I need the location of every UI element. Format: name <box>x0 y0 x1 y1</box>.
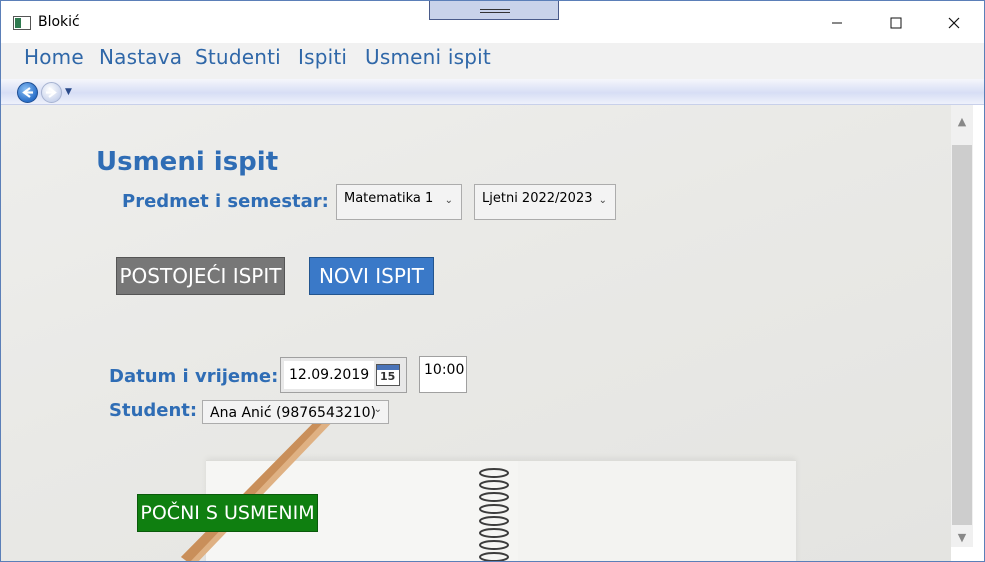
menu-nastava[interactable]: Nastava <box>99 45 182 69</box>
page-title: Usmeni ispit <box>96 147 279 177</box>
forward-arrow-icon[interactable] <box>41 82 62 103</box>
pencil-decoration <box>181 405 341 561</box>
maximize-icon <box>890 17 902 29</box>
existing-exam-button[interactable]: POSTOJEĆI ISPIT <box>116 257 285 295</box>
menu-bar: Home Nastava Studenti Ispiti Usmeni ispi… <box>1 43 984 79</box>
close-icon <box>948 17 960 29</box>
date-field[interactable]: 12.09.2019 <box>284 361 374 389</box>
menu-ispiti[interactable]: Ispiti <box>298 45 347 69</box>
scroll-thumb[interactable] <box>952 145 972 525</box>
calendar-icon[interactable]: 15 <box>376 364 400 386</box>
chevron-down-icon: ⌄ <box>373 404 382 415</box>
chevron-down-icon: ⌄ <box>444 195 453 206</box>
forward-arrow-glyph <box>46 87 57 98</box>
main-window: Blokić Home Nastava Studenti Ispiti Usme… <box>0 0 985 562</box>
window-right-edge <box>973 105 984 561</box>
menu-usmeni-ispit[interactable]: Usmeni ispit <box>365 45 491 69</box>
close-button[interactable] <box>936 10 972 36</box>
student-select-value: Ana Anić (9876543210) <box>210 405 376 421</box>
window-title: Blokić <box>38 14 80 30</box>
time-field[interactable]: 10:00 <box>419 356 467 393</box>
start-oral-exam-button[interactable]: POČNI S USMENIM <box>137 494 318 532</box>
subject-select-value: Matematika 1 <box>344 191 434 206</box>
notebook-right-page <box>518 461 796 561</box>
drag-grip[interactable] <box>429 1 559 20</box>
semester-select[interactable]: Ljetni 2022/2023 ⌄ <box>474 184 616 220</box>
chevron-down-icon: ⌄ <box>598 195 607 206</box>
menu-studenti[interactable]: Studenti <box>195 45 281 69</box>
app-icon <box>13 16 31 30</box>
student-label: Student: <box>109 400 198 421</box>
history-dropdown-icon[interactable]: ▼ <box>65 87 72 97</box>
minimize-button[interactable] <box>819 10 855 36</box>
datetime-label: Datum i vrijeme: <box>109 366 279 387</box>
scroll-down-icon[interactable]: ▼ <box>951 527 973 547</box>
subject-semester-label: Predmet i semestar: <box>122 191 329 212</box>
content-area: Usmeni ispit Predmet i semestar: Matemat… <box>1 105 951 561</box>
back-arrow-icon[interactable] <box>17 82 38 103</box>
menu-home[interactable]: Home <box>24 45 84 69</box>
new-exam-button[interactable]: NOVI ISPIT <box>309 257 434 295</box>
navigation-strip: ▼ <box>1 79 984 105</box>
vertical-scrollbar[interactable]: ▲ ▼ <box>951 105 973 547</box>
subject-select[interactable]: Matematika 1 ⌄ <box>336 184 462 220</box>
back-arrow-glyph <box>22 87 33 98</box>
maximize-button[interactable] <box>878 10 914 36</box>
minimize-icon <box>832 22 842 24</box>
scroll-up-icon[interactable]: ▲ <box>951 105 973 137</box>
title-bar: Blokić <box>1 1 984 43</box>
date-picker[interactable]: 12.09.2019 15 <box>280 357 407 393</box>
notebook-spiral <box>479 468 509 561</box>
semester-select-value: Ljetni 2022/2023 <box>482 191 593 206</box>
calendar-day-number: 15 <box>380 370 396 383</box>
student-select[interactable]: Ana Anić (9876543210) ⌄ <box>202 400 389 424</box>
